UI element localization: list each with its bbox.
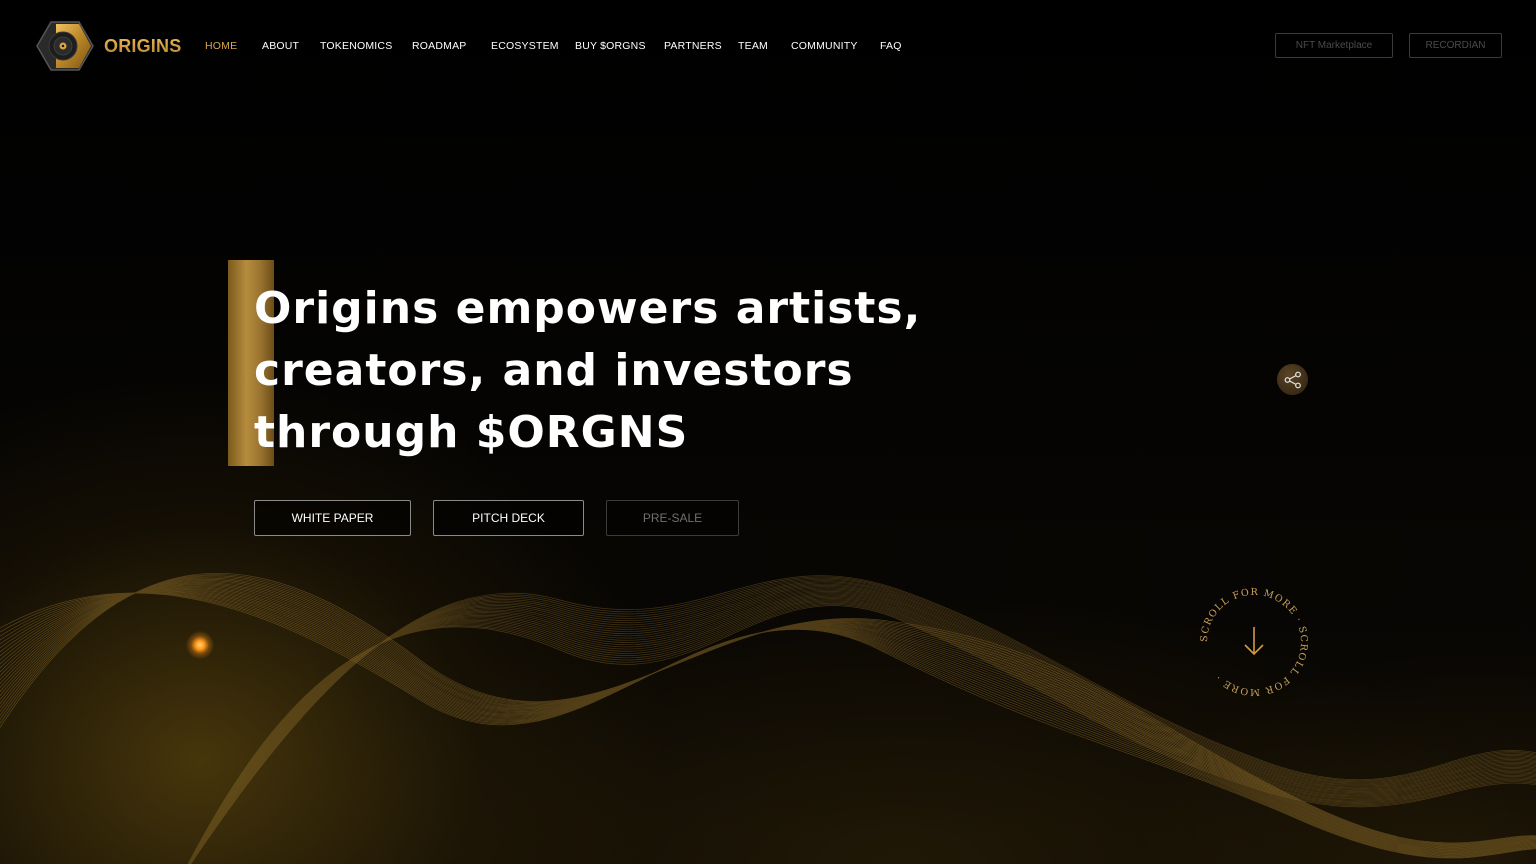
wave-line: [188, 596, 1536, 864]
wave-line: [188, 589, 1536, 864]
wave-line: [188, 592, 1536, 864]
wave-line: [188, 599, 1536, 864]
wave-line: [188, 595, 1536, 864]
glow-dot: [186, 631, 214, 659]
hero-title-line-3: through $ORGNS: [254, 407, 689, 458]
share-icon: [1284, 371, 1301, 388]
wave-line: [189, 583, 1536, 864]
nav-item-tokenomics[interactable]: TOKENOMICS: [320, 38, 412, 54]
nft-marketplace-button[interactable]: NFT Marketplace: [1275, 33, 1393, 58]
nav-item-partners[interactable]: PARTNERS: [664, 38, 738, 54]
wave-line: [188, 600, 1536, 864]
share-button[interactable]: [1277, 364, 1308, 395]
recordian-button[interactable]: RECORDIAN: [1409, 33, 1502, 58]
nav-item-buy-orgns[interactable]: BUY $ORGNS: [575, 38, 664, 54]
brand-name: ORIGINS: [104, 35, 182, 56]
wave-line: [188, 598, 1536, 864]
scroll-for-more-button[interactable]: SCROLL FOR MORE · SCROLL FOR MORE ·: [1196, 584, 1312, 700]
wave-line: [188, 594, 1536, 864]
wave-line: [187, 604, 1536, 864]
nav-item-faq[interactable]: FAQ: [880, 38, 910, 54]
white-paper-button[interactable]: WHITE PAPER: [254, 500, 411, 536]
wave-line: [189, 578, 1536, 864]
wave-line: [189, 588, 1536, 864]
hero-title-line-1: Origins empowers artists,: [254, 283, 922, 334]
wave-line: [189, 584, 1536, 864]
wave-line: [189, 586, 1536, 864]
main-nav: HOME ABOUT TOKENOMICS ROADMAP ECOSYSTEM …: [205, 38, 910, 54]
logo[interactable]: ORIGINS: [36, 20, 181, 72]
wave-line: [188, 593, 1536, 864]
nav-item-about[interactable]: ABOUT: [262, 38, 320, 54]
pre-sale-button[interactable]: PRE-SALE: [606, 500, 739, 536]
wave-line: [188, 602, 1536, 864]
nav-item-community[interactable]: COMMUNITY: [791, 38, 880, 54]
wave-line: [190, 576, 1536, 864]
wave-line: [190, 577, 1536, 864]
landing-page: ORIGINS HOME ABOUT TOKENOMICS ROADMAP EC…: [0, 0, 1536, 864]
nav-item-roadmap[interactable]: ROADMAP: [412, 38, 491, 54]
pitch-deck-button[interactable]: PITCH DECK: [433, 500, 584, 536]
nav-item-ecosystem[interactable]: ECOSYSTEM: [491, 38, 575, 54]
wave-line: [190, 575, 1536, 864]
nav-item-team[interactable]: TEAM: [738, 38, 791, 54]
wave-line: [189, 582, 1536, 864]
wave-line: [189, 581, 1536, 864]
wave-line: [188, 601, 1536, 864]
nav-item-home[interactable]: HOME: [205, 38, 262, 54]
arrow-down-icon: [1244, 627, 1264, 656]
wave-line: [188, 590, 1536, 864]
hero-title: Origins empowers artists, creators, and …: [254, 278, 954, 464]
wave-line: [189, 587, 1536, 864]
hexagon-record-logo-icon: [36, 21, 94, 71]
wave-line: [187, 605, 1536, 864]
wave-line: [189, 580, 1536, 864]
hero-title-line-2: creators, and investors: [254, 345, 854, 396]
